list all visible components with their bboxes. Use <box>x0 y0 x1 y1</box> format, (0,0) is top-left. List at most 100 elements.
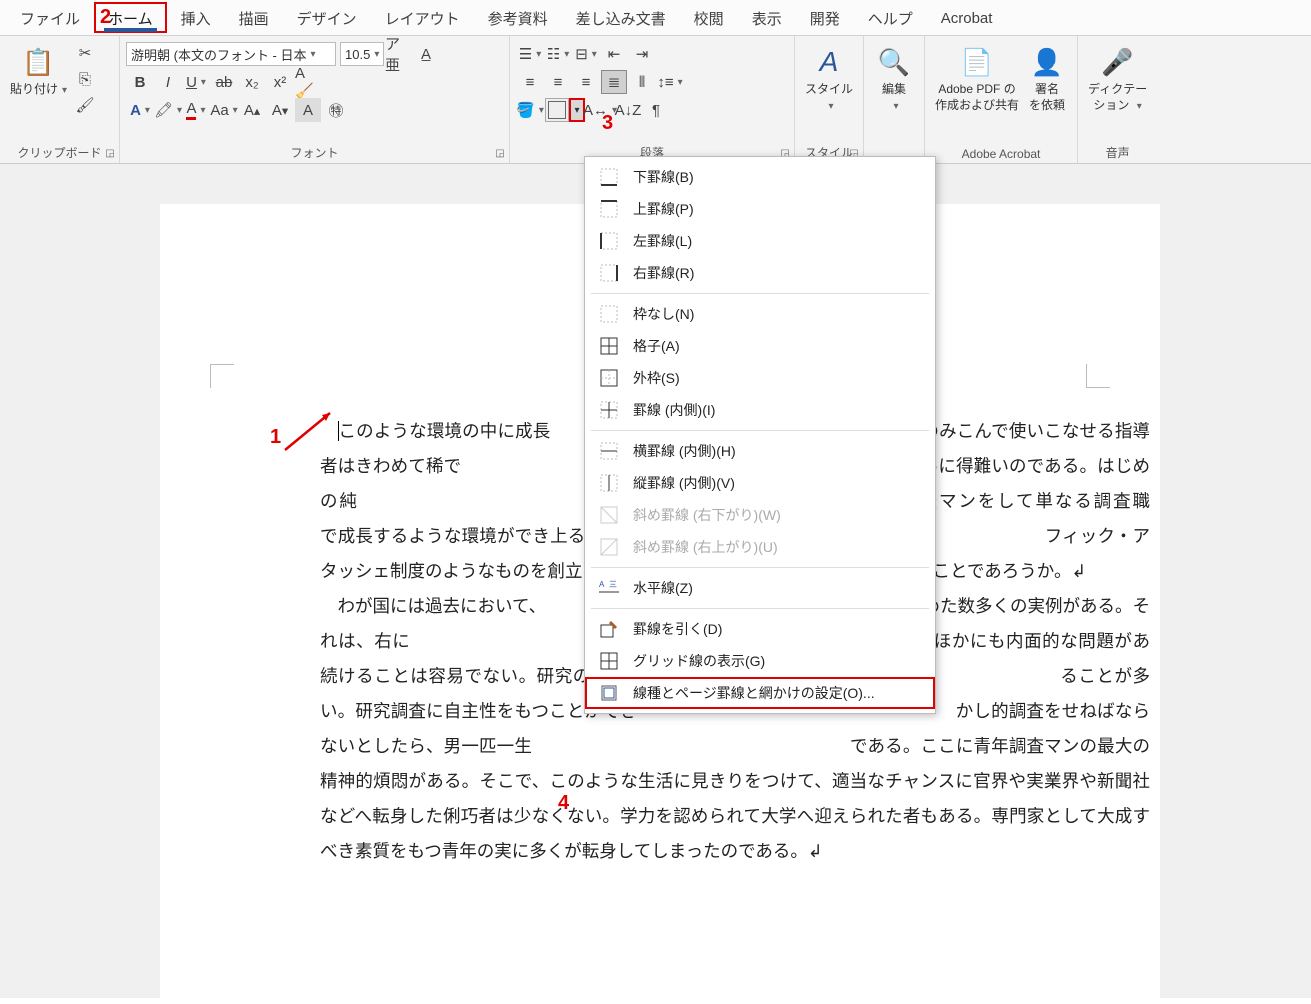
tab-references[interactable]: 参考資料 <box>474 2 562 33</box>
border-top-item[interactable]: 上罫線(P) <box>585 193 935 225</box>
border-left-item[interactable]: 左罫線(L) <box>585 225 935 257</box>
group-font-label: フォント <box>126 142 503 161</box>
highlight-button[interactable]: 🖍▾ <box>155 98 181 122</box>
border-none-item[interactable]: 枠なし(N) <box>585 298 935 330</box>
ribbon: 📋 貼り付け▾ ✂ ⎘ 🖌 クリップボード ◲ 游明朝 (本文のフォント - 日… <box>0 36 1311 164</box>
mic-icon: 🎤 <box>1101 42 1133 82</box>
tab-design[interactable]: デザイン <box>283 2 371 33</box>
line-spacing-button[interactable]: ↕≡▾ <box>657 70 683 94</box>
tab-layout[interactable]: レイアウト <box>371 2 474 33</box>
tab-mailings[interactable]: 差し込み文書 <box>562 2 680 33</box>
tab-acrobat[interactable]: Acrobat <box>927 4 1007 31</box>
sort-button[interactable]: A↓Z <box>615 98 641 122</box>
border-none-label: 枠なし(N) <box>633 304 694 324</box>
annotation-3: 3 <box>602 112 613 135</box>
border-right-item[interactable]: 右罫線(R) <box>585 257 935 289</box>
tab-file[interactable]: ファイル <box>6 2 94 33</box>
copy-button[interactable]: ⎘ <box>72 67 98 91</box>
distribute-button[interactable]: ⫴ <box>629 70 655 94</box>
clipboard-dialog-launcher[interactable]: ◲ <box>103 147 117 161</box>
align-left-button[interactable]: ≡ <box>517 70 543 94</box>
border-bottom-icon <box>599 167 619 187</box>
underline-button[interactable]: U▾ <box>183 70 209 94</box>
view-gridlines-item[interactable]: グリッド線の表示(G) <box>585 645 935 677</box>
font-dialog-launcher[interactable]: ◲ <box>493 147 507 161</box>
border-right-icon <box>599 263 619 283</box>
grow-font-button[interactable]: A▴ <box>239 98 265 122</box>
border-left-icon <box>599 231 619 251</box>
tab-review[interactable]: 校閲 <box>680 2 738 33</box>
borders-and-shading-item[interactable]: 線種とページ罫線と網かけの設定(O)... <box>585 677 935 709</box>
clear-formatting-button[interactable]: A🧹 <box>295 70 321 94</box>
styles-button[interactable]: A スタイル▾ <box>801 40 857 115</box>
border-all-item[interactable]: 格子(A) <box>585 330 935 362</box>
border-bottom-item[interactable]: 下罫線(B) <box>585 161 935 193</box>
font-name-selector[interactable]: 游明朝 (本文のフォント - 日本▾ <box>126 42 336 66</box>
styles-icon: A <box>820 42 839 82</box>
enclose-char-button[interactable]: ㊕ <box>323 98 349 122</box>
border-top-icon <box>599 199 619 219</box>
dropdown-separator <box>591 608 929 609</box>
paste-label: 貼り付け <box>10 82 58 96</box>
dictate-button[interactable]: 🎤 ディクテー ション ▾ <box>1084 40 1151 115</box>
numbering-button[interactable]: ☷▾ <box>545 42 571 66</box>
border-button[interactable] <box>545 98 569 122</box>
font-color-button[interactable]: A▾ <box>183 98 209 122</box>
italic-button[interactable]: I <box>155 70 181 94</box>
show-marks-button[interactable]: ¶ <box>643 98 669 122</box>
border-inside-h-item[interactable]: 横罫線 (内側)(H) <box>585 435 935 467</box>
paste-button[interactable]: 📋 貼り付け▾ <box>6 40 71 100</box>
tab-help[interactable]: ヘルプ <box>854 2 927 33</box>
tab-draw[interactable]: 描画 <box>225 2 283 33</box>
shrink-font-button[interactable]: A▾ <box>267 98 293 122</box>
bold-button[interactable]: B <box>127 70 153 94</box>
shading-button[interactable]: 🪣▾ <box>517 98 543 122</box>
border-all-label: 格子(A) <box>633 336 680 356</box>
align-right-button[interactable]: ≡ <box>573 70 599 94</box>
phonetic-guide-button[interactable]: ア亜 <box>385 42 411 66</box>
char-shading-button[interactable]: A <box>295 98 321 122</box>
superscript-button[interactable]: x² <box>267 70 293 94</box>
multilevel-list-button[interactable]: ⊟▾ <box>573 42 599 66</box>
horizontal-line-icon: A三 <box>599 578 619 598</box>
request-sign-button[interactable]: 👤 署名 を依頼 <box>1023 40 1071 115</box>
group-editing: 🔍 編集▾ <box>864 36 925 163</box>
editing-button[interactable]: 🔍 編集▾ <box>870 40 918 115</box>
border-outside-item[interactable]: 外枠(S) <box>585 362 935 394</box>
border-outside-icon <box>599 368 619 388</box>
border-diag-down-item: 斜め罫線 (右下がり)(W) <box>585 499 935 531</box>
horizontal-line-item[interactable]: A三水平線(Z) <box>585 572 935 604</box>
border-inside-v-item[interactable]: 縦罫線 (内側)(V) <box>585 467 935 499</box>
pdf-icon: 📄 <box>961 42 993 82</box>
menu-bar: ファイル ホーム 挿入 描画 デザイン レイアウト 参考資料 差し込み文書 校閲… <box>0 0 1311 36</box>
tab-view[interactable]: 表示 <box>738 2 796 33</box>
group-acrobat: 📄 Adobe PDF の 作成および共有 👤 署名 を依頼 Adobe Acr… <box>925 36 1078 163</box>
character-border-button[interactable]: A̲ <box>413 42 439 66</box>
align-center-button[interactable]: ≡ <box>545 70 571 94</box>
text-effects-button[interactable]: A▾ <box>127 98 153 122</box>
draw-table-label: 罫線を引く(D) <box>633 619 722 639</box>
strikethrough-button[interactable]: ab <box>211 70 237 94</box>
sign-icon: 👤 <box>1031 42 1063 82</box>
create-pdf-button[interactable]: 📄 Adobe PDF の 作成および共有 <box>931 40 1023 115</box>
group-acrobat-label: Adobe Acrobat <box>931 145 1071 161</box>
draw-table-item[interactable]: 罫線を引く(D) <box>585 613 935 645</box>
decrease-indent-button[interactable]: ⇤ <box>601 42 627 66</box>
tab-developer[interactable]: 開発 <box>796 2 854 33</box>
justify-button[interactable]: ≣ <box>601 70 627 94</box>
dropdown-separator <box>591 293 929 294</box>
cut-button[interactable]: ✂ <box>72 41 98 65</box>
bullets-button[interactable]: ☰▾ <box>517 42 543 66</box>
increase-indent-button[interactable]: ⇥ <box>629 42 655 66</box>
tab-insert[interactable]: 挿入 <box>167 2 225 33</box>
change-case-button[interactable]: Aa▾ <box>211 98 237 122</box>
font-size-value: 10.5 <box>345 47 370 62</box>
format-painter-button[interactable]: 🖌 <box>72 93 98 117</box>
group-voice-label: 音声 <box>1084 142 1151 161</box>
border-diag-up-icon <box>599 537 619 557</box>
border-inside-icon <box>599 400 619 420</box>
subscript-button[interactable]: x₂ <box>239 70 265 94</box>
font-size-selector[interactable]: 10.5▾ <box>340 42 384 66</box>
border-inside-item[interactable]: 罫線 (内側)(I) <box>585 394 935 426</box>
create-pdf-label: Adobe PDF の 作成および共有 <box>935 82 1019 113</box>
